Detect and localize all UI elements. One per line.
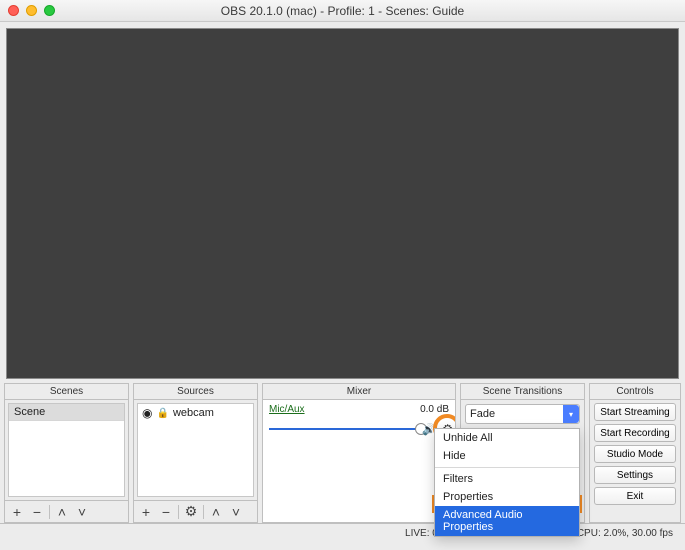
mixer-channel: Mic/Aux 0.0 dB 🔊 ⚙: [263, 400, 455, 441]
exit-button[interactable]: Exit: [594, 487, 676, 505]
dropdown-arrow-icon: ▾: [563, 405, 579, 423]
mixer-body: Mic/Aux 0.0 dB 🔊 ⚙: [263, 400, 455, 522]
controls-panel: Controls Start Streaming Start Recording…: [589, 383, 681, 523]
scenes-list[interactable]: Scene: [8, 403, 125, 497]
menu-hide[interactable]: Hide: [435, 447, 579, 465]
mixer-channel-level: 0.0 dB: [420, 404, 449, 415]
window-title: OBS 20.1.0 (mac) - Profile: 1 - Scenes: …: [0, 4, 685, 18]
status-cpu: CPU: 2.0%, 30.00 fps: [577, 528, 673, 539]
add-scene-button[interactable]: +: [7, 503, 27, 521]
separator: [49, 505, 50, 519]
statusbar: LIVE: 00:00:00 REC: 00:00:00 CPU: 2.0%, …: [0, 523, 685, 542]
scenes-toolbar: + − ˄ ˅: [5, 500, 128, 522]
menu-unhide-all[interactable]: Unhide All: [435, 429, 579, 447]
mixer-context-menu[interactable]: Unhide All Hide Filters Properties Advan…: [434, 428, 580, 537]
mixer-volume-slider[interactable]: 🔊 ⚙: [269, 421, 449, 437]
window-close-button[interactable]: [8, 5, 19, 16]
source-name: webcam: [173, 407, 214, 419]
menu-separator: [435, 467, 579, 468]
controls-body: Start Streaming Start Recording Studio M…: [590, 400, 680, 508]
menu-properties[interactable]: Properties: [435, 488, 579, 506]
source-up-button[interactable]: ˄: [206, 503, 226, 521]
scene-up-button[interactable]: ˄: [52, 503, 72, 521]
mixer-panel: Mixer Mic/Aux 0.0 dB 🔊 ⚙: [262, 383, 456, 523]
source-item[interactable]: ◉ 🔒 webcam: [138, 404, 253, 422]
sources-header: Sources: [134, 384, 257, 400]
source-down-button[interactable]: ˅: [226, 503, 246, 521]
window-minimize-button[interactable]: [26, 5, 37, 16]
transition-selected: Fade: [470, 408, 495, 420]
titlebar: OBS 20.1.0 (mac) - Profile: 1 - Scenes: …: [0, 0, 685, 22]
panels-row: Scenes Scene + − ˄ ˅ Sources ◉ 🔒 webcam …: [0, 383, 685, 523]
sources-panel: Sources ◉ 🔒 webcam + − ⚙ ˄ ˅: [133, 383, 258, 523]
transitions-header: Scene Transitions: [461, 384, 584, 400]
scene-item[interactable]: Scene: [9, 404, 124, 421]
preview-area[interactable]: [6, 28, 679, 379]
separator: [203, 505, 204, 519]
lock-icon[interactable]: 🔒: [156, 408, 168, 419]
controls-header: Controls: [590, 384, 680, 400]
scene-down-button[interactable]: ˅: [72, 503, 92, 521]
transition-select[interactable]: Fade ▾: [465, 404, 580, 424]
scenes-panel: Scenes Scene + − ˄ ˅: [4, 383, 129, 523]
add-source-button[interactable]: +: [136, 503, 156, 521]
start-recording-button[interactable]: Start Recording: [594, 424, 676, 442]
sources-list[interactable]: ◉ 🔒 webcam: [137, 403, 254, 497]
window-zoom-button[interactable]: [44, 5, 55, 16]
visibility-icon[interactable]: ◉: [142, 406, 152, 420]
menu-advanced-audio-properties[interactable]: Advanced Audio Properties: [435, 506, 579, 536]
remove-source-button[interactable]: −: [156, 503, 176, 521]
start-streaming-button[interactable]: Start Streaming: [594, 403, 676, 421]
sources-toolbar: + − ⚙ ˄ ˅: [134, 500, 257, 522]
studio-mode-button[interactable]: Studio Mode: [594, 445, 676, 463]
mixer-header: Mixer: [263, 384, 455, 400]
settings-button[interactable]: Settings: [594, 466, 676, 484]
source-settings-button[interactable]: ⚙: [181, 503, 201, 521]
scenes-header: Scenes: [5, 384, 128, 400]
slider-track: [269, 428, 421, 430]
mixer-channel-name[interactable]: Mic/Aux: [269, 404, 305, 415]
separator: [178, 505, 179, 519]
remove-scene-button[interactable]: −: [27, 503, 47, 521]
menu-filters[interactable]: Filters: [435, 470, 579, 488]
